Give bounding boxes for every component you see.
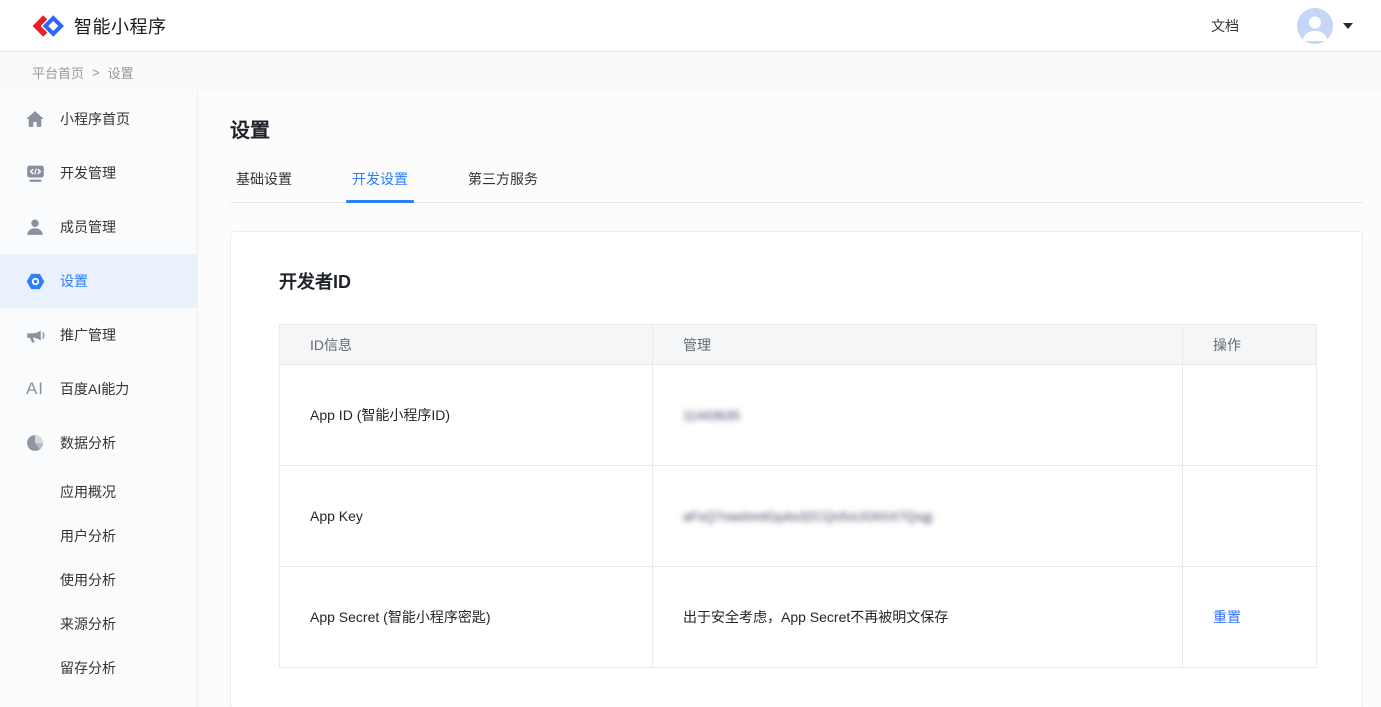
account-menu[interactable] xyxy=(1297,8,1353,44)
row-action-cell xyxy=(1183,466,1317,567)
doc-link[interactable]: 文档 xyxy=(1211,16,1239,36)
brand[interactable]: 智能小程序 xyxy=(30,13,167,39)
column-header-manage: 管理 xyxy=(653,325,1183,365)
sidebar-subitem-label: 来源分析 xyxy=(60,614,116,634)
table-row-app-secret: App Secret (智能小程序密匙) 出于安全考虑，App Secret不再… xyxy=(280,567,1317,668)
sidebar-subitem-label: 用户分析 xyxy=(60,526,116,546)
tab-basic-settings[interactable]: 基础设置 xyxy=(230,169,298,202)
sidebar-item-dev-manage[interactable]: 开发管理 xyxy=(0,146,197,200)
pie-chart-icon xyxy=(24,432,46,454)
avatar[interactable] xyxy=(1297,8,1333,44)
chevron-down-icon[interactable] xyxy=(1343,23,1353,29)
brand-logo-icon xyxy=(30,13,64,39)
developer-id-card: 开发者ID ID信息 管理 操作 App ID (智能小程序ID) 114436… xyxy=(230,231,1363,707)
sidebar-item-data-analysis[interactable]: 数据分析 xyxy=(0,416,197,470)
sidebar-subitem-user-analysis[interactable]: 用户分析 xyxy=(0,514,197,558)
table-row-app-key: App Key aFsQ7nwshmtGpAs32CQn5xUGKhX7Qsgj xyxy=(280,466,1317,567)
sidebar-subitem-retention-analysis[interactable]: 留存分析 xyxy=(0,646,197,690)
tab-bar: 基础设置 开发设置 第三方服务 xyxy=(230,169,1363,203)
top-header: 智能小程序 文档 xyxy=(0,0,1381,52)
developer-id-table: ID信息 管理 操作 App ID (智能小程序ID) 11443635 App… xyxy=(279,324,1317,668)
home-icon xyxy=(24,108,46,130)
sidebar-item-promotion[interactable]: 推广管理 xyxy=(0,308,197,362)
app-id-value: 11443635 xyxy=(683,408,740,423)
page-title: 设置 xyxy=(230,114,1363,143)
sidebar-item-label: 开发管理 xyxy=(60,163,116,183)
reset-secret-link[interactable]: 重置 xyxy=(1213,609,1241,625)
sidebar-item-members[interactable]: 成员管理 xyxy=(0,200,197,254)
breadcrumb-separator: > xyxy=(92,65,100,80)
row-label: App Secret (智能小程序密匙) xyxy=(280,567,653,668)
sidebar-item-label: 小程序首页 xyxy=(60,109,130,129)
row-label: App Key xyxy=(280,466,653,567)
sidebar-subitem-label: 应用概况 xyxy=(60,482,116,502)
breadcrumb: 平台首页 > 设置 xyxy=(0,52,1381,92)
row-label: App ID (智能小程序ID) xyxy=(280,365,653,466)
row-action-cell xyxy=(1183,365,1317,466)
tab-dev-settings[interactable]: 开发设置 xyxy=(346,169,414,202)
sidebar-item-label: 推广管理 xyxy=(60,325,116,345)
sidebar-subitem-app-overview[interactable]: 应用概况 xyxy=(0,470,197,514)
card-heading: 开发者ID xyxy=(279,268,1314,294)
breadcrumb-home[interactable]: 平台首页 xyxy=(32,63,84,82)
sidebar-subitem-label: 留存分析 xyxy=(60,658,116,678)
table-header-row: ID信息 管理 操作 xyxy=(280,325,1317,365)
sidebar-item-label: 数据分析 xyxy=(60,433,116,453)
table-row-app-id: App ID (智能小程序ID) 11443635 xyxy=(280,365,1317,466)
brand-title: 智能小程序 xyxy=(74,13,167,39)
sidebar-item-label: 百度AI能力 xyxy=(60,379,129,399)
main-content: 设置 基础设置 开发设置 第三方服务 开发者ID ID信息 管理 操作 xyxy=(198,92,1381,707)
sidebar-subitem-label: 使用分析 xyxy=(60,570,116,590)
sidebar-subitem-source-analysis[interactable]: 来源分析 xyxy=(0,602,197,646)
column-header-id-info: ID信息 xyxy=(280,325,653,365)
tab-third-party[interactable]: 第三方服务 xyxy=(462,169,544,202)
app-secret-note: 出于安全考虑，App Secret不再被明文保存 xyxy=(683,609,948,625)
sidebar: 小程序首页 开发管理 成员管理 xyxy=(0,92,198,707)
megaphone-icon xyxy=(24,324,46,346)
sidebar-item-home[interactable]: 小程序首页 xyxy=(0,92,197,146)
member-icon xyxy=(24,216,46,238)
app-key-value: aFsQ7nwshmtGpAs32CQn5xUGKhX7Qsgj xyxy=(683,509,932,524)
sidebar-subitem-usage-analysis[interactable]: 使用分析 xyxy=(0,558,197,602)
sidebar-item-label: 成员管理 xyxy=(60,217,116,237)
code-icon xyxy=(24,162,46,184)
sidebar-item-label: 设置 xyxy=(60,271,88,291)
column-header-action: 操作 xyxy=(1183,325,1317,365)
breadcrumb-current: 设置 xyxy=(108,63,134,82)
sidebar-item-settings[interactable]: 设置 xyxy=(0,254,197,308)
sidebar-item-baidu-ai[interactable]: AI 百度AI能力 xyxy=(0,362,197,416)
ai-icon: AI xyxy=(24,378,46,400)
settings-icon xyxy=(24,270,46,292)
